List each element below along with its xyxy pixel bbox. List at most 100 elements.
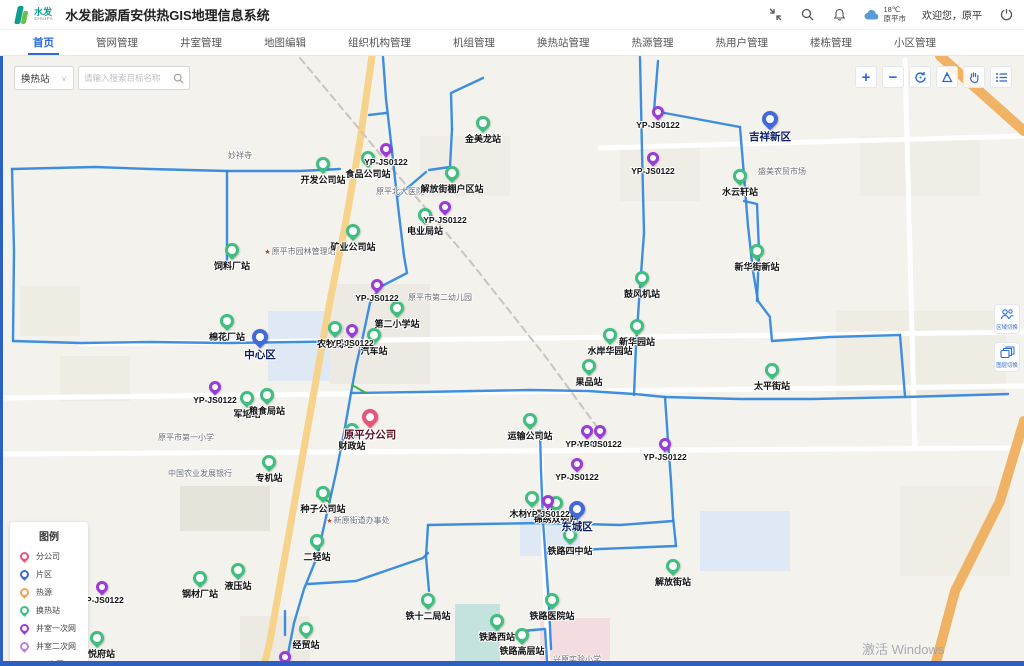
nav-item-label: 热源管理 [632, 35, 674, 50]
legend-item-label: 分公司 [36, 551, 60, 562]
watermark-line1: 激活 Windows [862, 639, 966, 658]
well-label: YP-JS0122 [330, 338, 373, 348]
legend-item: 井室二次网 [18, 637, 80, 655]
page-title: 水发能源盾安供热GIS地理信息系统 [65, 5, 269, 24]
nav-item[interactable]: 机组管理 [432, 30, 516, 55]
legend-item-label: 片区 [36, 569, 52, 580]
search-category-select[interactable]: 换热站 ∨ [14, 66, 74, 90]
station-label: 金美龙站 [465, 132, 501, 145]
map-base-layer [0, 56, 1024, 666]
layer-switch-button[interactable]: 图层切换 [994, 342, 1020, 372]
reset-view-button[interactable] [909, 66, 931, 88]
legend-item: 片区 [18, 565, 80, 583]
map-searchbar: 换热站 ∨ [14, 66, 190, 90]
station-label: 矿业公司站 [330, 240, 375, 253]
station-label: 食品公司站 [345, 167, 390, 180]
map-poi-label: 原平市第一小学 [158, 432, 214, 443]
legend-swatch-icon [18, 622, 31, 635]
legend-swatch-icon [18, 604, 31, 617]
welcome-text: 欢迎您，原平 [922, 7, 982, 22]
map-side-tools: 区域切换 图层切换 [994, 304, 1020, 372]
well-label: YP-JS0122 [364, 157, 407, 167]
area-switch-button[interactable]: 区域切换 [994, 304, 1020, 334]
station-label: 太平街站 [754, 379, 790, 392]
station-label: 饲料厂站 [214, 259, 250, 272]
well-label: YP-JS0122 [631, 166, 674, 176]
legend-list: 分公司 片区 热源 换热站 井室 [18, 547, 80, 666]
nav-item[interactable]: 小区管理 [873, 30, 957, 55]
zoom-out-button[interactable]: − [882, 66, 904, 88]
search-input-wrap [78, 66, 190, 90]
legend-item-label: 热源 [36, 587, 52, 598]
bell-icon[interactable] [832, 7, 848, 23]
station-label: 运输公司站 [507, 429, 552, 442]
measure-button[interactable] [936, 66, 958, 88]
well-label: YP-JS0122 [636, 120, 679, 130]
station-label: 水岸华园站 [587, 344, 632, 357]
nav-item[interactable]: 热用户管理 [695, 30, 790, 55]
legend-swatch-icon [18, 586, 31, 599]
nav-item[interactable]: 首页 [12, 30, 75, 55]
nav-item[interactable]: 管网管理 [75, 30, 159, 55]
station-label: 解放街棚户区站 [420, 182, 483, 195]
search-submit-icon[interactable] [173, 73, 184, 84]
station-label: 第二小学站 [374, 317, 419, 330]
nav-item[interactable]: 井室管理 [159, 30, 243, 55]
legend-swatch-icon [18, 550, 31, 563]
search-input[interactable] [84, 73, 173, 83]
well-label: YP-JS0122 [423, 215, 466, 225]
map-toolbar: + − [855, 66, 1012, 88]
cloud-icon [864, 7, 880, 23]
nav-item-label: 首页 [33, 35, 54, 50]
station-label: 电业局站 [407, 224, 443, 237]
window-edge-left [0, 56, 3, 666]
map-poi-label: 盛美农贸市场 [758, 166, 806, 177]
logout-icon[interactable] [998, 7, 1014, 23]
nav-item-label: 楼栋管理 [810, 35, 852, 50]
nav-item-label: 管网管理 [96, 35, 138, 50]
station-label: 铁路医院站 [529, 609, 574, 622]
station-label: 果品站 [575, 375, 602, 388]
well-label: YP-JS0122 [355, 293, 398, 303]
station-label: 经贸站 [292, 638, 319, 651]
zoom-in-button[interactable]: + [855, 66, 877, 88]
users-icon [1000, 308, 1015, 321]
well-label: YP-JS0122 [578, 439, 621, 449]
legend-swatch-icon [18, 568, 31, 581]
legend-item-label: 井室一次网 [36, 623, 76, 634]
company-label: 原平分公司 [344, 427, 397, 442]
fullscreen-icon[interactable] [768, 7, 784, 23]
legend-item: 热源 [18, 583, 80, 601]
logo-text-en: SHUIFA [34, 17, 53, 22]
search-icon[interactable] [800, 7, 816, 23]
map-canvas[interactable]: 换热站 ∨ + − 区域切换 图层切换 [0, 56, 1024, 666]
legend-item-label: 井室二次网 [36, 641, 76, 652]
station-label: 解放街站 [655, 575, 691, 588]
search-category-value: 换热站 [21, 71, 50, 85]
nav-item[interactable]: 热源管理 [611, 30, 695, 55]
nav-item-label: 热用户管理 [716, 35, 769, 50]
layer-list-button[interactable] [990, 66, 1012, 88]
area-switch-label: 区域切换 [996, 322, 1018, 330]
nav-item-label: 组织机构管理 [348, 35, 411, 50]
nav-item[interactable]: 换热站管理 [516, 30, 611, 55]
nav-item[interactable]: 组织机构管理 [327, 30, 432, 55]
station-label: 液压站 [224, 579, 251, 592]
district-label: 东城区 [561, 519, 593, 534]
legend-item: 井室一次网 [18, 619, 80, 637]
pan-hand-button[interactable] [963, 66, 985, 88]
station-label: 鼓风机站 [624, 287, 660, 300]
station-label: 新华街新站 [734, 260, 779, 273]
map-poi-label: ★新原街道办事处 [326, 515, 389, 526]
map-legend: 图例 分公司 片区 热源 换热 [10, 522, 88, 666]
district-label: 吉祥新区 [749, 129, 791, 144]
nav-item[interactable]: 地图编辑 [243, 30, 327, 55]
legend-title: 图例 [18, 528, 80, 543]
app-header: 水发 SHUIFA 水发能源盾安供热GIS地理信息系统 18℃ 原平市 欢迎您，… [0, 0, 1024, 30]
legend-item-label: 换热站 [36, 605, 60, 616]
poi-star-icon: ★ [264, 249, 270, 256]
station-label: 专机站 [255, 471, 282, 484]
nav-item[interactable]: 楼栋管理 [789, 30, 873, 55]
station-label: 铁路西站 [479, 630, 515, 643]
map-poi-label: 原平北大医院 [376, 186, 424, 197]
